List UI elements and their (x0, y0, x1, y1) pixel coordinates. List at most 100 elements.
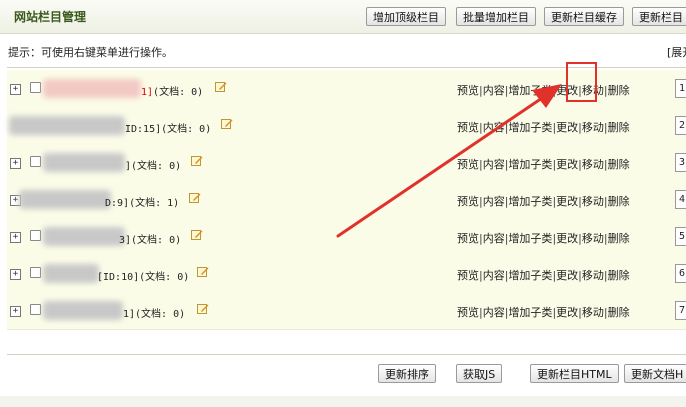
edit-link[interactable]: 更改 (556, 304, 578, 320)
move-link[interactable]: 移动 (582, 119, 604, 135)
sort-order-input[interactable]: 6 (675, 264, 686, 283)
update-document-html-button[interactable]: 更新文档H (624, 364, 686, 383)
category-row: ID:15](文档: 0) 预览|内容|增加子类|更改|移动|删除 2 (7, 107, 686, 145)
edit-note-icon[interactable] (215, 81, 227, 92)
preview-link[interactable]: 预览 (457, 230, 479, 246)
move-link[interactable]: 移动 (582, 193, 604, 209)
update-sort-button[interactable]: 更新排序 (378, 364, 436, 383)
move-link[interactable]: 移动 (582, 230, 604, 246)
row-checkbox[interactable] (30, 82, 41, 93)
edit-link[interactable]: 更改 (556, 156, 578, 172)
sort-order-input[interactable]: 3 (675, 153, 686, 172)
move-link[interactable]: 移动 (582, 304, 604, 320)
edit-link[interactable]: 更改 (556, 119, 578, 135)
content-link[interactable]: 内容 (483, 119, 505, 135)
add-subcategory-link[interactable]: 增加子类 (508, 230, 552, 246)
batch-add-category-button[interactable]: 批量增加栏目 (456, 7, 536, 26)
sort-order-input[interactable]: 7 (675, 301, 686, 320)
sort-order-input[interactable]: 4 (675, 190, 686, 209)
expand-icon[interactable]: + (10, 306, 21, 317)
preview-link[interactable]: 预览 (457, 193, 479, 209)
sort-order-input[interactable]: 5 (675, 227, 686, 246)
sort-order-input[interactable]: 2 (675, 116, 686, 135)
edit-note-icon[interactable] (197, 303, 209, 314)
highlight-box (566, 62, 597, 102)
edit-note-icon[interactable] (189, 192, 201, 203)
edit-note-icon[interactable] (197, 266, 209, 277)
add-subcategory-link[interactable]: 增加子类 (508, 82, 552, 98)
content-link[interactable]: 内容 (483, 156, 505, 172)
row-checkbox[interactable] (30, 304, 41, 315)
content-link[interactable]: 内容 (483, 193, 505, 209)
preview-link[interactable]: 预览 (457, 304, 479, 320)
redacted-category-name (43, 264, 99, 283)
preview-link[interactable]: 预览 (457, 119, 479, 135)
category-name[interactable]: ID:15](文档: 0) (125, 120, 211, 135)
bottom-strip (0, 396, 686, 407)
category-list: + 1](文档: 0) 预览|内容|增加子类|更改|移动|删除 1 ID:15]… (7, 67, 686, 355)
row-operations: 预览|内容|增加子类|更改|移动|删除 (457, 82, 630, 98)
edit-note-icon[interactable] (221, 118, 233, 129)
add-top-category-button[interactable]: 增加顶级栏目 (366, 7, 446, 26)
add-subcategory-link[interactable]: 增加子类 (508, 119, 552, 135)
category-name[interactable]: ](文档: 0) (125, 157, 181, 172)
category-row: + 3](文档: 0) 预览|内容|增加子类|更改|移动|删除 5 (7, 218, 686, 256)
delete-link[interactable]: 删除 (608, 82, 630, 98)
add-subcategory-link[interactable]: 增加子类 (508, 193, 552, 209)
expand-icon[interactable]: + (10, 269, 21, 280)
header-bar: 网站栏目管理 增加顶级栏目 批量增加栏目 更新栏目缓存 更新栏目 (0, 0, 686, 34)
expand-icon[interactable]: + (10, 158, 21, 169)
category-name[interactable]: 1](文档: 0) (141, 83, 203, 98)
update-category-button[interactable]: 更新栏目 (632, 7, 686, 26)
content-link[interactable]: 内容 (483, 82, 505, 98)
category-row: + [ID:10](文档: 0) 预览|内容|增加子类|更改|移动|删除 6 (7, 255, 686, 293)
content-link[interactable]: 内容 (483, 267, 505, 283)
add-subcategory-link[interactable]: 增加子类 (508, 267, 552, 283)
category-id-tail: 1] (141, 87, 154, 98)
add-subcategory-link[interactable]: 增加子类 (508, 304, 552, 320)
category-row: + ](文档: 0) 预览|内容|增加子类|更改|移动|删除 3 (7, 144, 686, 182)
delete-link[interactable]: 删除 (608, 267, 630, 283)
redacted-category-name (19, 190, 111, 209)
row-operations: 预览|内容|增加子类|更改|移动|删除 (457, 156, 630, 172)
category-name[interactable]: D:9](文档: 1) (105, 194, 179, 209)
expand-all-link[interactable]: [展开 (667, 44, 686, 60)
category-name[interactable]: 3](文档: 0) (119, 231, 181, 246)
row-checkbox[interactable] (30, 156, 41, 167)
row-operations: 预览|内容|增加子类|更改|移动|删除 (457, 230, 630, 246)
redacted-category-name (43, 153, 125, 172)
redacted-category-name (43, 79, 141, 98)
expand-icon[interactable]: + (10, 232, 21, 243)
preview-link[interactable]: 预览 (457, 82, 479, 98)
move-link[interactable]: 移动 (582, 267, 604, 283)
row-checkbox[interactable] (30, 267, 41, 278)
category-name[interactable]: [ID:10](文档: 0) (97, 268, 189, 283)
delete-link[interactable]: 删除 (608, 193, 630, 209)
category-name[interactable]: 1](文档: 0) (123, 305, 185, 320)
row-checkbox[interactable] (30, 230, 41, 241)
preview-link[interactable]: 预览 (457, 156, 479, 172)
delete-link[interactable]: 删除 (608, 304, 630, 320)
get-js-button[interactable]: 获取JS (456, 364, 503, 383)
edit-link[interactable]: 更改 (556, 193, 578, 209)
expand-icon[interactable]: + (10, 84, 21, 95)
page-title: 网站栏目管理 (14, 10, 87, 24)
delete-link[interactable]: 删除 (608, 156, 630, 172)
move-link[interactable]: 移动 (582, 156, 604, 172)
sort-order-input[interactable]: 1 (675, 79, 686, 98)
update-category-html-button[interactable]: 更新栏目HTML (530, 364, 619, 383)
edit-link[interactable]: 更改 (556, 267, 578, 283)
content-link[interactable]: 内容 (483, 304, 505, 320)
preview-link[interactable]: 预览 (457, 267, 479, 283)
category-row: + D:9](文档: 1) 预览|内容|增加子类|更改|移动|删除 4 (7, 181, 686, 219)
delete-link[interactable]: 删除 (608, 230, 630, 246)
edit-link[interactable]: 更改 (556, 230, 578, 246)
category-row: + 1](文档: 0) 预览|内容|增加子类|更改|移动|删除 7 (7, 292, 686, 330)
content-link[interactable]: 内容 (483, 230, 505, 246)
doc-count: (文档: 0) (153, 87, 204, 98)
edit-note-icon[interactable] (191, 229, 203, 240)
delete-link[interactable]: 删除 (608, 119, 630, 135)
update-category-cache-button[interactable]: 更新栏目缓存 (544, 7, 624, 26)
edit-note-icon[interactable] (191, 155, 203, 166)
add-subcategory-link[interactable]: 增加子类 (508, 156, 552, 172)
